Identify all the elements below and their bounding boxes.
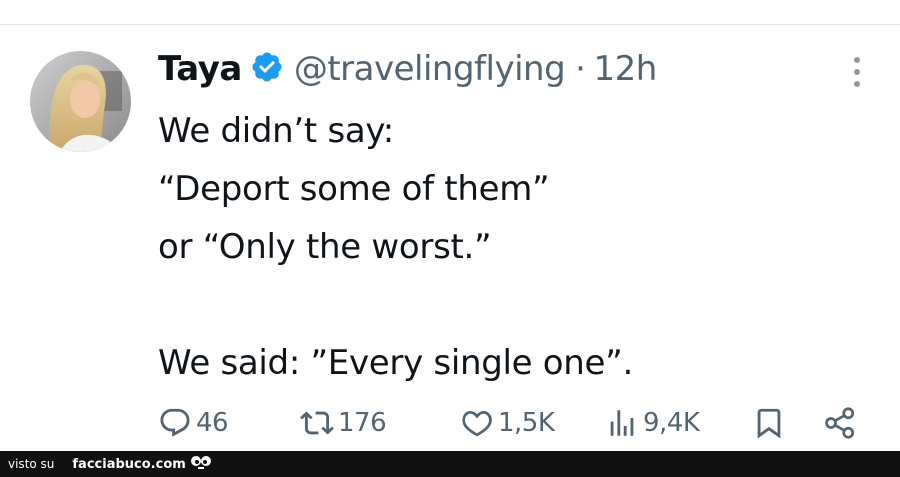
reply-count: 46 bbox=[196, 408, 229, 438]
share-button[interactable] bbox=[822, 400, 858, 446]
tweet-timestamp[interactable]: 12h bbox=[593, 49, 657, 89]
tweet-text-line: “Deport some of them” bbox=[158, 169, 550, 209]
divider bbox=[0, 24, 900, 25]
views-icon bbox=[605, 406, 639, 440]
more-icon[interactable] bbox=[847, 54, 867, 90]
bookmark-button[interactable] bbox=[752, 400, 786, 446]
avatar[interactable] bbox=[30, 51, 131, 152]
tweet-text-line: We said: ”Every single one”. bbox=[158, 343, 633, 383]
footer-brand: facciabuco.com bbox=[72, 456, 186, 472]
separator-dot: · bbox=[575, 49, 586, 89]
tweet-header: Taya @travelingflying · 12h bbox=[158, 44, 657, 94]
reply-icon bbox=[158, 406, 192, 440]
retweet-button[interactable]: 176 bbox=[300, 400, 387, 446]
share-icon bbox=[822, 405, 858, 441]
facciabuco-logo-icon bbox=[190, 454, 212, 474]
author-handle[interactable]: @travelingflying bbox=[294, 49, 566, 89]
like-count: 1,5K bbox=[498, 408, 555, 438]
tweet-text-line bbox=[158, 276, 858, 334]
retweet-icon bbox=[300, 406, 334, 440]
views-count: 9,4K bbox=[643, 408, 700, 438]
tweet-text: We didn’t say: “Deport some of them” or … bbox=[158, 102, 858, 392]
verified-badge-icon bbox=[242, 50, 294, 88]
tweet-actions: 46 176 1,5K 9,4K bbox=[0, 400, 900, 446]
watermark-footer: visto su facciabuco.com bbox=[0, 451, 900, 477]
tweet-text-line: or “Only the worst.” bbox=[158, 227, 492, 267]
reply-button[interactable]: 46 bbox=[158, 400, 229, 446]
footer-visto-su: visto su bbox=[8, 457, 55, 471]
tweet-text-line: We didn’t say: bbox=[158, 111, 394, 151]
retweet-count: 176 bbox=[338, 408, 387, 438]
bookmark-icon bbox=[752, 406, 786, 440]
views-button[interactable]: 9,4K bbox=[605, 400, 700, 446]
like-button[interactable]: 1,5K bbox=[460, 400, 555, 446]
author-display-name[interactable]: Taya bbox=[158, 49, 242, 89]
like-icon bbox=[460, 406, 494, 440]
